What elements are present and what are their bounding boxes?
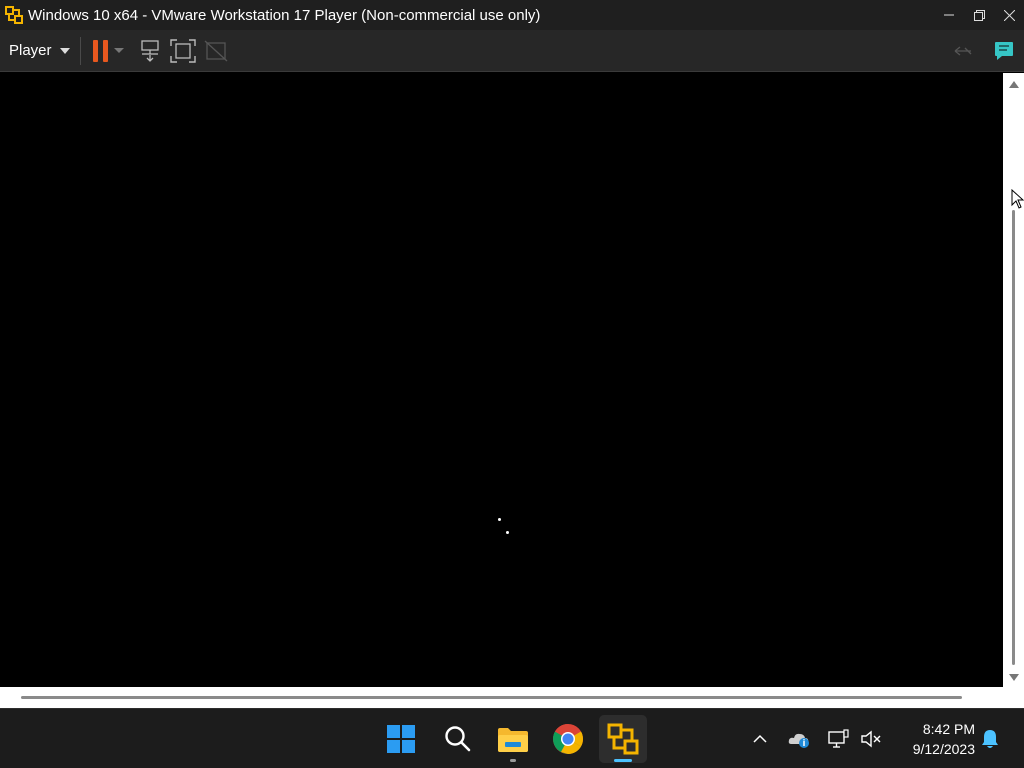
chevron-down-icon	[59, 47, 70, 54]
notification-center-button[interactable]	[978, 727, 1002, 751]
window-controls	[934, 0, 1024, 30]
unity-button[interactable]	[204, 30, 228, 72]
bell-icon	[982, 730, 998, 748]
title-bar: Windows 10 x64 - VMware Workstation 17 P…	[0, 0, 1024, 30]
power-options-dropdown-icon[interactable]	[113, 48, 124, 53]
send-ctrl-alt-del-button[interactable]	[138, 30, 162, 72]
volume-muted-icon	[861, 730, 881, 748]
unity-icon	[204, 40, 227, 61]
search-icon	[445, 726, 471, 752]
toolbar-divider	[79, 36, 81, 65]
vmware-player-icon	[607, 723, 639, 755]
active-indicator	[614, 759, 632, 762]
search-button[interactable]	[434, 715, 482, 763]
vertical-scrollbar[interactable]	[1003, 73, 1024, 687]
network-icon	[828, 729, 849, 748]
minimize-icon	[944, 14, 954, 16]
pause-button[interactable]	[92, 30, 124, 72]
system-clock[interactable]: 8:42 PM 9/12/2023	[893, 719, 975, 759]
volume-tray-button[interactable]	[859, 727, 883, 751]
vm-display[interactable]	[0, 73, 1003, 687]
message-log-button[interactable]	[994, 30, 1014, 72]
window-title: Windows 10 x64 - VMware Workstation 17 P…	[28, 6, 541, 24]
pause-icon	[92, 39, 108, 62]
spinner-dot	[498, 518, 501, 521]
windows-taskbar: 8:42 PM 9/12/2023	[0, 708, 1024, 768]
show-hidden-icons-button[interactable]	[748, 727, 772, 751]
full-screen-icon	[169, 38, 196, 63]
scroll-up-arrow-icon[interactable]	[1009, 81, 1019, 88]
restore-button[interactable]	[964, 0, 994, 30]
full-screen-button[interactable]	[169, 30, 196, 72]
vertical-scroll-thumb[interactable]	[1012, 210, 1015, 665]
start-button[interactable]	[377, 715, 425, 763]
send-feedback-button[interactable]	[954, 30, 972, 72]
file-explorer-button[interactable]	[489, 715, 537, 763]
close-icon	[1003, 9, 1015, 21]
windows-start-icon	[387, 725, 415, 753]
vmware-icon[interactable]	[4, 5, 24, 25]
mouse-cursor-icon	[1011, 189, 1024, 209]
toolbar-right-group	[954, 30, 1024, 72]
chrome-button[interactable]	[544, 715, 592, 763]
vmware-player-button[interactable]	[599, 715, 647, 763]
onedrive-tray-button[interactable]	[788, 727, 812, 751]
spinner-dot	[506, 531, 509, 534]
horizontal-scroll-thumb[interactable]	[21, 696, 962, 699]
onedrive-icon	[788, 733, 809, 748]
minimize-button[interactable]	[934, 0, 964, 30]
player-menu-button[interactable]: Player	[0, 30, 80, 72]
chrome-icon	[553, 724, 584, 754]
clock-time: 8:42 PM	[922, 721, 975, 737]
player-toolbar: Player	[0, 30, 1024, 72]
player-menu-label: Player	[9, 42, 52, 59]
send-feedback-icon	[954, 46, 972, 56]
message-log-icon	[995, 42, 1013, 60]
send-ctrl-alt-del-icon	[140, 39, 159, 62]
restore-icon	[973, 9, 985, 21]
close-button[interactable]	[994, 0, 1024, 30]
scroll-down-arrow-icon[interactable]	[1009, 674, 1019, 681]
horizontal-scrollbar[interactable]	[0, 687, 1024, 708]
running-indicator	[510, 759, 516, 762]
clock-date: 9/12/2023	[912, 741, 975, 757]
network-tray-button[interactable]	[827, 727, 851, 751]
chevron-up-icon	[753, 734, 767, 743]
file-explorer-icon	[498, 728, 528, 752]
